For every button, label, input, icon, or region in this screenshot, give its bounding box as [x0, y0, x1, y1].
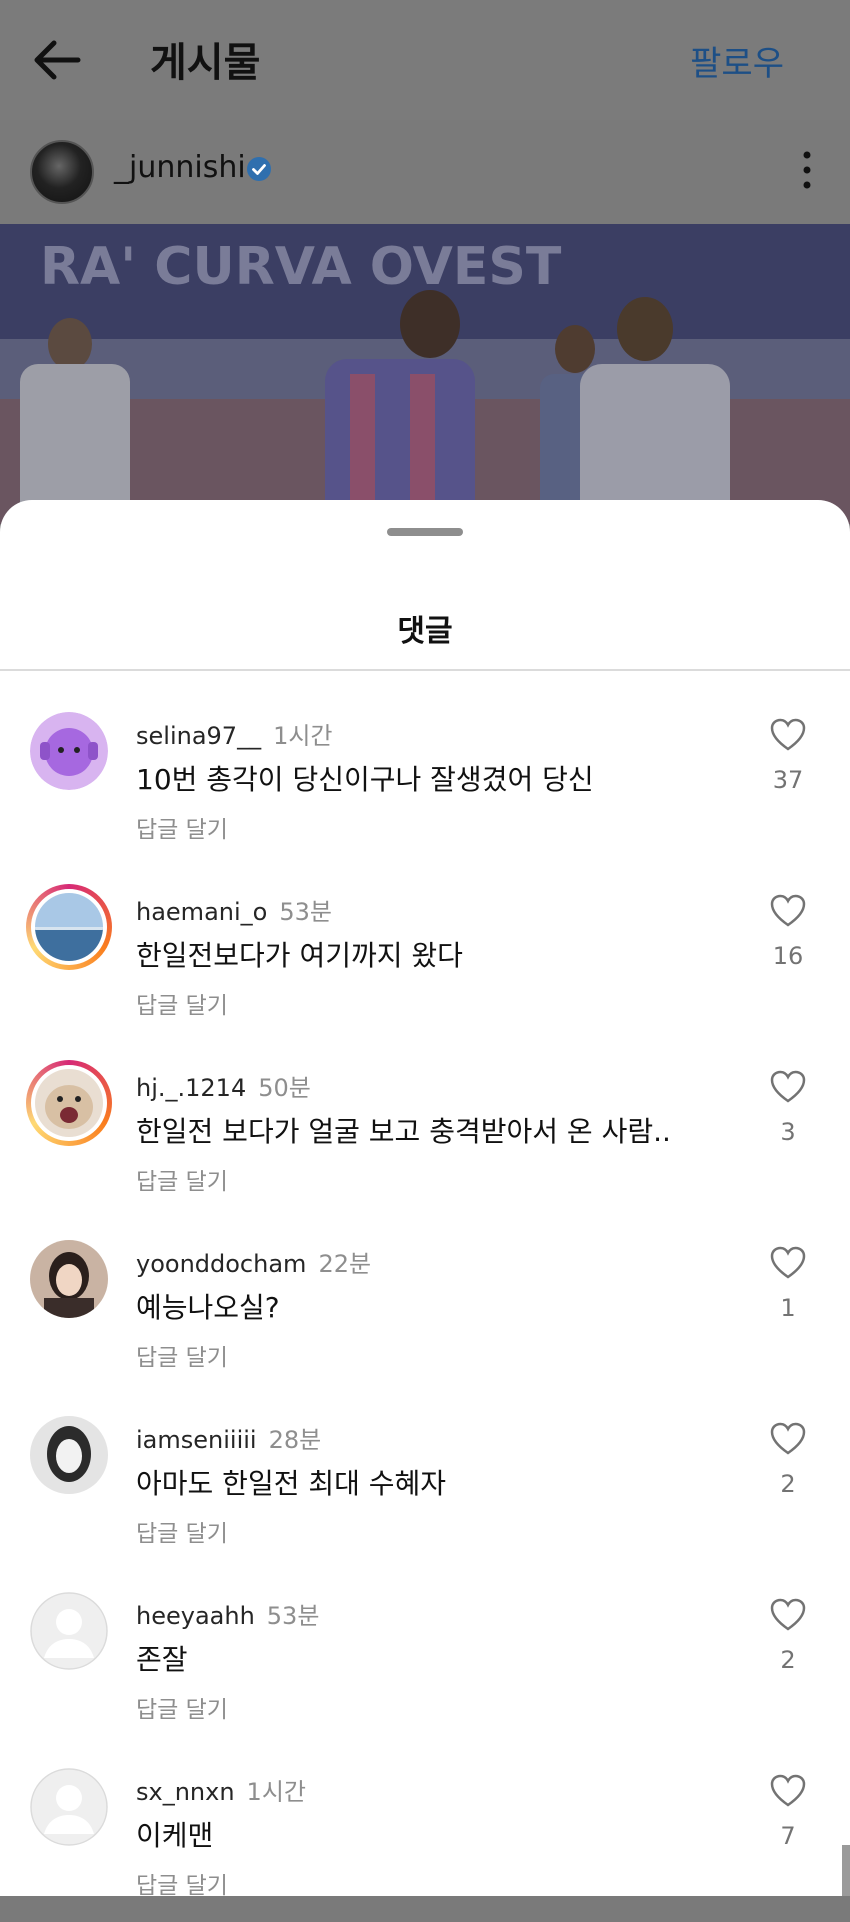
post-image[interactable]: RA' CURVA OVEST [0, 224, 850, 524]
like-count: 3 [780, 1118, 796, 1146]
sheet-drag-handle[interactable] [387, 528, 463, 536]
like-count: 1 [780, 1294, 796, 1322]
heart-icon[interactable] [770, 1070, 806, 1104]
comment-time: 50분 [258, 1074, 311, 1102]
comment-username[interactable]: sx_nnxn [136, 1778, 235, 1806]
commenter-avatar[interactable] [30, 712, 108, 790]
comment-item: heeyaahh 53분 존잘 답글 달기 2 [0, 1570, 850, 1746]
comment-username[interactable]: yoonddocham [136, 1250, 306, 1278]
comment-item: iamseniiiii 28분 아마도 한일전 최대 수혜자 답글 달기 2 [0, 1394, 850, 1570]
author-username[interactable]: _junnishi [114, 150, 246, 185]
comment-item: yoonddocham 22분 예능나오실? 답글 달기 1 [0, 1218, 850, 1394]
comment-text: 예능나오실? [136, 1291, 280, 1324]
comment-text: 한일전보다가 여기까지 왔다 [136, 939, 463, 972]
comment-text: 아마도 한일전 최대 수혜자 [136, 1467, 447, 1500]
back-arrow-icon[interactable] [28, 34, 88, 86]
comment-item: selina97__ 1시간 10번 총각이 당신이구나 잘생겼어 당신 답글 달… [0, 690, 850, 866]
default-user-icon [30, 1592, 108, 1670]
comment-time: 53분 [279, 898, 332, 926]
comment-time: 28분 [268, 1426, 322, 1454]
reply-button[interactable]: 답글 달기 [136, 1162, 228, 1196]
commenter-avatar-story-ring[interactable] [26, 1060, 112, 1146]
commenter-avatar[interactable] [30, 1416, 108, 1494]
scrollbar[interactable] [842, 1845, 850, 1896]
comment-meta: selina97__ 1시간 [136, 716, 333, 751]
heart-icon[interactable] [770, 1774, 806, 1808]
reply-button[interactable]: 답글 달기 [136, 1690, 228, 1724]
post-header: _junnishi [0, 120, 850, 224]
like-count: 16 [772, 942, 804, 970]
page-title: 게시물 [150, 40, 261, 86]
comments-sheet: 댓글 selina97__ 1시간 10번 총각이 당신이구나 잘생겼어 당신 답… [0, 500, 850, 1899]
divider [0, 669, 850, 671]
comment-time: 22분 [318, 1250, 372, 1278]
heart-icon[interactable] [770, 1246, 806, 1280]
like-count: 37 [772, 766, 804, 794]
like-count: 7 [780, 1822, 796, 1850]
comment-meta: sx_nnxn 1시간 [136, 1772, 306, 1807]
purple-character-avatar [30, 712, 108, 790]
commenter-avatar[interactable] [30, 1240, 108, 1318]
comment-time: 53분 [266, 1602, 320, 1630]
reply-button[interactable]: 답글 달기 [136, 1338, 228, 1372]
comment-time: 1시간 [273, 722, 333, 750]
stadium-banner-text: RA' CURVA OVEST [40, 237, 562, 297]
dog-avatar [35, 1069, 103, 1137]
reply-button[interactable]: 답글 달기 [136, 986, 228, 1020]
comment-meta: yoonddocham 22분 [136, 1244, 371, 1279]
reply-button[interactable]: 답글 달기 [136, 810, 228, 844]
more-options-icon[interactable] [802, 150, 812, 190]
heart-icon[interactable] [770, 718, 806, 752]
author-avatar[interactable] [30, 140, 94, 204]
comment-username[interactable]: heeyaahh [136, 1602, 255, 1630]
comment-username[interactable]: haemani_o [136, 898, 267, 926]
comment-text: 한일전 보다가 얼굴 보고 충격받아서 온 사람.. [136, 1115, 671, 1148]
comment-item: haemani_o 53분 한일전보다가 여기까지 왔다 답글 달기 16 [0, 866, 850, 1042]
comment-text: 10번 총각이 당신이구나 잘생겼어 당신 [136, 763, 594, 796]
heart-icon[interactable] [770, 1598, 806, 1632]
comment-item: hj._.1214 50분 한일전 보다가 얼굴 보고 충격받아서 온 사람.. … [0, 1042, 850, 1218]
comment-meta: heeyaahh 53분 [136, 1596, 319, 1631]
comments-title: 댓글 [397, 614, 453, 649]
bw-portrait-avatar [30, 1416, 108, 1494]
follow-button[interactable]: 팔로우 [690, 36, 784, 85]
top-bar: 게시물 팔로우 [0, 0, 850, 120]
like-count: 2 [780, 1470, 796, 1498]
verified-badge-icon [247, 157, 271, 181]
comment-meta: haemani_o 53분 [136, 892, 332, 927]
comment-username[interactable]: iamseniiiii [136, 1426, 257, 1454]
default-user-icon [30, 1768, 108, 1846]
reply-button[interactable]: 답글 달기 [136, 1514, 228, 1548]
comment-username[interactable]: selina97__ [136, 722, 261, 750]
comment-text: 존잘 [136, 1643, 188, 1676]
heart-icon[interactable] [770, 894, 806, 928]
commenter-avatar-default[interactable] [30, 1768, 108, 1846]
comment-meta: hj._.1214 50분 [136, 1068, 311, 1103]
commenter-avatar-story-ring[interactable] [26, 884, 112, 970]
person-photo-avatar [30, 1240, 108, 1318]
comment-text: 이케맨 [136, 1819, 214, 1852]
heart-icon[interactable] [770, 1422, 806, 1456]
sea-avatar [35, 893, 103, 961]
soccer-photo: RA' CURVA OVEST [0, 224, 850, 524]
comment-meta: iamseniiiii 28분 [136, 1420, 321, 1455]
like-count: 2 [780, 1646, 796, 1674]
comment-time: 1시간 [246, 1778, 306, 1806]
reply-button[interactable]: 답글 달기 [136, 1866, 228, 1900]
commenter-avatar-default[interactable] [30, 1592, 108, 1670]
comment-username[interactable]: hj._.1214 [136, 1074, 246, 1102]
